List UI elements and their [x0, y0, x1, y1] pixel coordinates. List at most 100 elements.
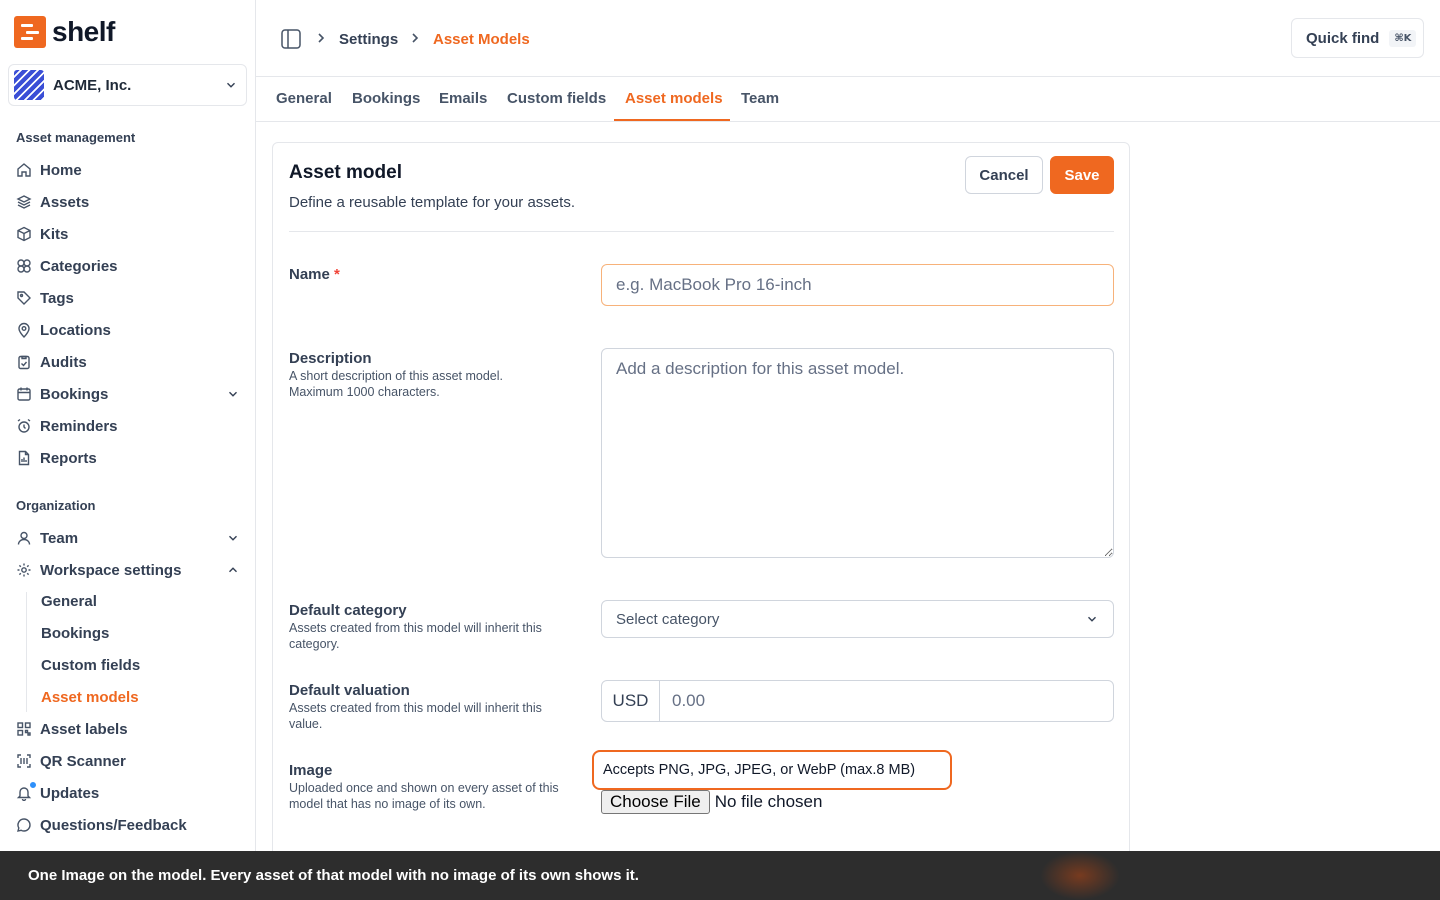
valuation-input[interactable]: 0.00 — [660, 691, 705, 711]
brand-logo[interactable]: shelf — [14, 16, 115, 48]
valuation-label: Default valuation — [289, 682, 410, 699]
top-header: Settings Asset Models Quick find ⌘K — [256, 0, 1440, 77]
caption-text: One Image on the model. Every asset of t… — [28, 867, 639, 884]
tag-icon — [16, 290, 32, 306]
description-textarea[interactable] — [601, 348, 1114, 558]
map-pin-icon — [16, 322, 32, 338]
form-title: Asset model — [289, 162, 402, 183]
sidebar-item-label: QR Scanner — [40, 752, 126, 770]
sidebar-item-label: Locations — [40, 321, 111, 339]
tab-team[interactable]: Team — [741, 90, 779, 107]
sidebar-item-assets[interactable]: Assets — [16, 188, 240, 216]
section-label-asset-management: Asset management — [16, 130, 136, 145]
quick-find-button[interactable]: Quick find ⌘K — [1291, 18, 1424, 58]
sidebar-item-categories[interactable]: Categories — [16, 252, 240, 280]
image-accepts-highlight: Accepts PNG, JPG, JPEG, or WebP (max.8 M… — [592, 750, 952, 790]
chevron-up-icon[interactable] — [226, 563, 240, 577]
name-label-text: Name — [289, 266, 330, 283]
shapes-icon — [16, 258, 32, 274]
calendar-icon — [16, 386, 32, 402]
chevron-right-icon — [412, 33, 419, 43]
sidebar-item-locations[interactable]: Locations — [16, 316, 240, 344]
file-status: No file chosen — [714, 792, 823, 811]
sidebar-item-asset-labels[interactable]: Asset labels — [16, 715, 240, 743]
sidebar-subitem-bookings[interactable]: Bookings — [41, 625, 109, 642]
image-file-input[interactable]: Choose File No file chosen — [601, 790, 822, 814]
org-avatar — [14, 70, 44, 100]
valuation-field[interactable]: USD 0.00 — [601, 680, 1114, 722]
submenu-guide — [26, 592, 27, 712]
chevron-down-icon — [1088, 616, 1096, 622]
sidebar-item-label: Audits — [40, 353, 87, 371]
sidebar-item-kits[interactable]: Kits — [16, 220, 240, 248]
user-icon — [16, 530, 32, 546]
category-select-value: Select category — [616, 610, 720, 628]
sidebar-subitem-general[interactable]: General — [41, 593, 97, 610]
unread-indicator — [29, 781, 37, 789]
sidebar-item-label: Home — [40, 161, 82, 179]
sidebar-item-label: Questions/Feedback — [40, 816, 187, 834]
name-input[interactable] — [601, 264, 1114, 306]
name-label: Name * — [289, 266, 340, 283]
category-label: Default category — [289, 602, 407, 619]
tab-asset-models[interactable]: Asset models — [625, 90, 723, 107]
clipboard-check-icon — [16, 354, 32, 370]
home-icon — [16, 162, 32, 178]
tab-general[interactable]: General — [276, 90, 332, 107]
sidebar-subitem-custom-fields[interactable]: Custom fields — [41, 657, 140, 674]
save-button-glow — [1040, 851, 1120, 900]
sidebar-item-label: Reports — [40, 449, 97, 467]
sidebar-item-tags[interactable]: Tags — [16, 284, 240, 312]
sidebar-item-home[interactable]: Home — [16, 156, 240, 184]
description-help: A short description of this asset model.… — [289, 369, 503, 399]
sidebar-item-bookings[interactable]: Bookings — [16, 380, 240, 408]
sidebar-item-questions-feedback[interactable]: Questions/Feedback — [16, 811, 240, 839]
sidebar-item-label: Assets — [40, 193, 90, 211]
sidebar-item-audits[interactable]: Audits — [16, 348, 240, 376]
alarm-icon — [16, 418, 32, 434]
sidebar-item-updates[interactable]: Updates — [16, 779, 240, 807]
required-mark: * — [334, 266, 340, 283]
cancel-button[interactable]: Cancel — [965, 156, 1043, 194]
chevron-down-icon[interactable] — [226, 387, 240, 401]
sidebar-item-team[interactable]: Team — [16, 524, 240, 552]
active-tab-indicator — [614, 119, 730, 121]
sidebar-item-reports[interactable]: Reports — [16, 444, 240, 472]
choose-file-button[interactable]: Choose File — [601, 790, 710, 814]
sidebar-item-label: Categories — [40, 257, 118, 275]
currency-addon: USD — [602, 681, 660, 721]
tab-bookings[interactable]: Bookings — [352, 90, 420, 107]
qr-icon — [16, 721, 32, 737]
caption-bar: One Image on the model. Every asset of t… — [0, 851, 1440, 900]
asset-model-form: Asset model Define a reusable template f… — [272, 142, 1130, 900]
quick-find-label: Quick find — [1306, 29, 1380, 47]
divider — [289, 231, 1114, 232]
gear-icon — [16, 562, 32, 578]
sidebar-toggle-icon[interactable] — [280, 28, 302, 50]
tab-emails[interactable]: Emails — [439, 90, 487, 107]
sidebar-item-label: Tags — [40, 289, 74, 307]
sidebar-item-label: Team — [40, 529, 79, 547]
chevron-down-icon — [227, 82, 235, 88]
sidebar-item-label: Reminders — [40, 417, 118, 435]
sidebar-subitem-asset-models[interactable]: Asset models — [41, 689, 139, 706]
sidebar-item-label: Workspace settings — [40, 561, 182, 579]
section-label-organization: Organization — [16, 498, 96, 513]
breadcrumb-settings[interactable]: Settings — [339, 31, 398, 48]
sidebar-item-label: Asset labels — [40, 720, 128, 738]
package-icon — [16, 226, 32, 242]
valuation-help: Assets created from this model will inhe… — [289, 701, 542, 731]
category-select[interactable]: Select category — [601, 600, 1114, 638]
image-help: Uploaded once and shown on every asset o… — [289, 781, 559, 811]
chat-icon — [16, 817, 32, 833]
tab-custom-fields[interactable]: Custom fields — [507, 90, 606, 107]
sidebar-item-reminders[interactable]: Reminders — [16, 412, 240, 440]
form-subtitle: Define a reusable template for your asse… — [289, 194, 575, 211]
sidebar-item-label: Updates — [40, 784, 100, 802]
save-button[interactable]: Save — [1050, 156, 1114, 194]
sidebar-item-workspace-settings[interactable]: Workspace settings — [16, 556, 240, 584]
chevron-down-icon[interactable] — [226, 531, 240, 545]
org-switcher[interactable]: ACME, Inc. — [8, 64, 247, 106]
description-label: Description — [289, 350, 372, 367]
sidebar-item-qr-scanner[interactable]: QR Scanner — [16, 747, 240, 775]
